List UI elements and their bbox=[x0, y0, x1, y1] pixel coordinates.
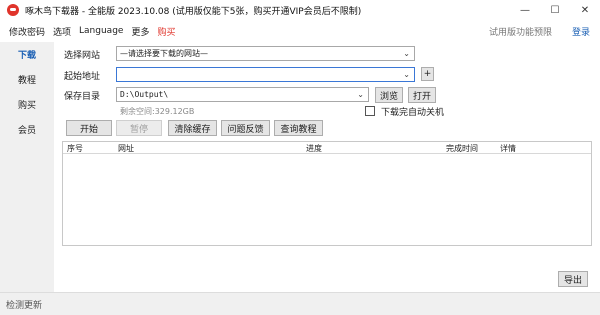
maximize-icon[interactable]: ☐ bbox=[540, 0, 570, 20]
download-panel: 选择网站 —请选择要下载的网站— ⌄ 起始地址 ⌄ + 保存目录 D:\Outp… bbox=[54, 42, 600, 292]
menu-options[interactable]: 选项 bbox=[49, 25, 75, 38]
menu-change-password[interactable]: 修改密码 bbox=[5, 25, 49, 38]
menu-right-group: 试用版功能预限 登录 bbox=[489, 20, 590, 42]
column-header-progress[interactable]: 进度 bbox=[306, 143, 322, 154]
browse-button[interactable]: 浏览 bbox=[375, 87, 403, 103]
menu-bar: 修改密码 选项 Language 更多 购买 试用版功能预限 登录 bbox=[0, 20, 600, 42]
chevron-down-icon: ⌄ bbox=[403, 49, 410, 58]
query-tutorial-button[interactable]: 查询教程 bbox=[274, 120, 323, 136]
title-bar: 啄木鸟下载器 - 全能版 2023.10.08 (试用版仅能下5张，购买开通VI… bbox=[0, 0, 600, 20]
clear-cache-button[interactable]: 清除缓存 bbox=[168, 120, 217, 136]
window-title: 啄木鸟下载器 - 全能版 2023.10.08 (试用版仅能下5张，购买开通VI… bbox=[25, 6, 362, 17]
export-button[interactable]: 导出 bbox=[558, 271, 588, 287]
auto-shutdown-checkbox[interactable] bbox=[365, 106, 375, 116]
woodpecker-app-icon bbox=[7, 4, 19, 16]
sidebar-item-download[interactable]: 下载 bbox=[0, 48, 54, 61]
table-header: 序号 网址 进度 完成时间 详情 bbox=[63, 142, 591, 154]
trial-limits-link[interactable]: 试用版功能预限 bbox=[489, 25, 552, 38]
column-header-details[interactable]: 详情 bbox=[500, 143, 516, 154]
minimize-icon[interactable]: — bbox=[510, 0, 540, 20]
save-dir-select[interactable]: D:\Output\ ⌄ bbox=[116, 87, 369, 102]
sidebar-item-member[interactable]: 会员 bbox=[0, 123, 54, 136]
free-space-text: 剩余空间:329.12GB bbox=[120, 107, 195, 116]
sidebar-item-tutorial[interactable]: 教程 bbox=[0, 73, 54, 86]
url-label: 起始地址 bbox=[64, 72, 101, 82]
save-dir-label: 保存目录 bbox=[64, 92, 101, 102]
close-icon[interactable]: ✕ bbox=[570, 0, 600, 20]
download-table: 序号 网址 进度 完成时间 详情 bbox=[62, 141, 592, 246]
menu-buy[interactable]: 购买 bbox=[153, 25, 179, 38]
window-controls: — ☐ ✕ bbox=[510, 0, 600, 20]
site-select[interactable]: —请选择要下载的网站— ⌄ bbox=[116, 46, 415, 61]
column-header-url[interactable]: 网址 bbox=[118, 143, 134, 154]
start-button[interactable]: 开始 bbox=[66, 120, 112, 136]
sidebar: 下载 教程 购买 会员 bbox=[0, 42, 54, 292]
menu-more[interactable]: 更多 bbox=[127, 25, 153, 38]
status-bar: 检测更新 bbox=[0, 292, 600, 315]
open-button[interactable]: 打开 bbox=[408, 87, 436, 103]
chevron-down-icon: ⌄ bbox=[357, 90, 364, 99]
menu-language[interactable]: Language bbox=[75, 26, 127, 36]
check-update-link[interactable]: 检测更新 bbox=[6, 298, 42, 311]
add-url-button[interactable]: + bbox=[421, 67, 434, 81]
chevron-down-icon: ⌄ bbox=[403, 70, 410, 79]
start-url-input[interactable]: ⌄ bbox=[116, 67, 415, 82]
sidebar-item-buy[interactable]: 购买 bbox=[0, 98, 54, 111]
column-header-finish-time[interactable]: 完成时间 bbox=[446, 143, 478, 154]
site-select-value: —请选择要下载的网站— bbox=[120, 49, 208, 58]
pause-button[interactable]: 暂停 bbox=[116, 120, 162, 136]
auto-shutdown-label: 下载完自动关机 bbox=[381, 108, 445, 118]
feedback-button[interactable]: 问题反馈 bbox=[221, 120, 270, 136]
login-link[interactable]: 登录 bbox=[572, 25, 590, 38]
save-dir-value: D:\Output\ bbox=[120, 90, 169, 99]
column-header-index[interactable]: 序号 bbox=[67, 143, 83, 154]
site-label: 选择网站 bbox=[64, 51, 101, 61]
